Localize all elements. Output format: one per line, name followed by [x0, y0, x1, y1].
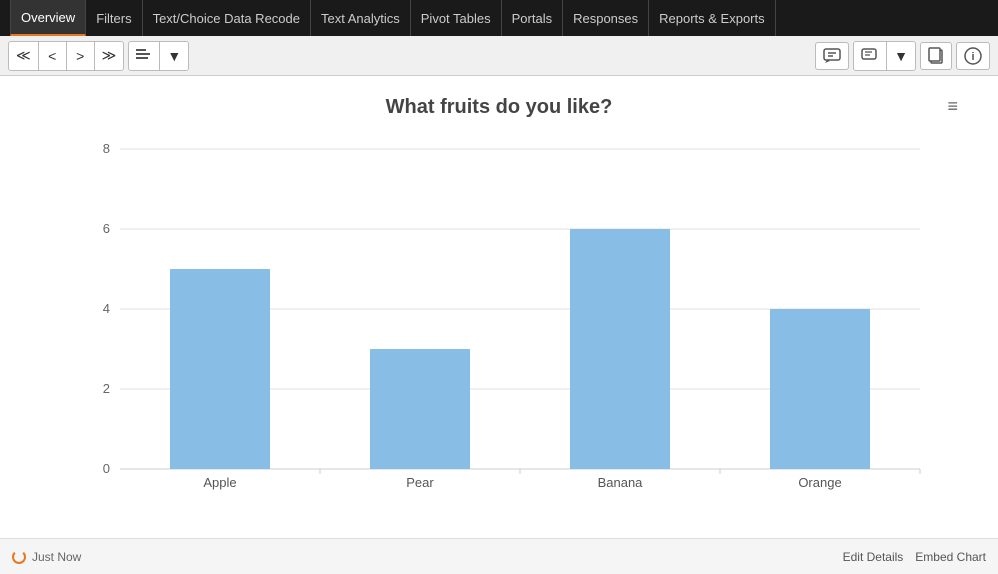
nav-item-responses[interactable]: Responses	[563, 0, 649, 36]
nav-item-text-choice[interactable]: Text/Choice Data Recode	[143, 0, 311, 36]
bar-chart: 0 2 4 6 8 Apple Pear Banana Oran	[80, 129, 940, 499]
status-left: Just Now	[12, 550, 81, 564]
nav-last-button[interactable]: ≫	[95, 42, 124, 70]
nav-item-pivot-tables[interactable]: Pivot Tables	[411, 0, 502, 36]
status-right: Edit Details Embed Chart	[843, 550, 986, 564]
nav-item-filters[interactable]: Filters	[86, 0, 142, 36]
chart-container: What fruits do you like? ≡ 0 2 4 6	[40, 96, 958, 518]
comment-list-button[interactable]	[854, 42, 887, 70]
svg-text:Pear: Pear	[406, 475, 434, 490]
nav-button-group: ≪ < > ≫	[8, 41, 124, 71]
toolbar: ≪ < > ≫ ▼	[0, 36, 998, 76]
refresh-label: Just Now	[32, 550, 81, 564]
top-navigation: Overview Filters Text/Choice Data Recode…	[0, 0, 998, 36]
svg-text:Apple: Apple	[203, 475, 236, 490]
status-bar: Just Now Edit Details Embed Chart	[0, 538, 998, 574]
view-button-group: ▼	[128, 41, 189, 71]
chart-svg-wrapper: 0 2 4 6 8 Apple Pear Banana Oran	[40, 129, 958, 504]
info-button[interactable]: i	[956, 42, 990, 70]
svg-text:Orange: Orange	[798, 475, 841, 490]
comment-dropdown-button[interactable]: ▼	[887, 42, 915, 70]
comment-options-group: ▼	[853, 41, 916, 71]
toolbar-right: ▼ i	[815, 41, 990, 71]
chart-menu-icon[interactable]: ≡	[947, 96, 958, 117]
nav-item-reports[interactable]: Reports & Exports	[649, 0, 776, 36]
bar-orange[interactable]	[770, 309, 870, 469]
edit-details-link[interactable]: Edit Details	[843, 550, 904, 564]
comment-button[interactable]	[815, 42, 849, 70]
embed-chart-link[interactable]: Embed Chart	[915, 550, 986, 564]
copy-button[interactable]	[920, 42, 952, 70]
svg-text:6: 6	[103, 221, 110, 236]
svg-text:4: 4	[103, 301, 110, 316]
svg-text:2: 2	[103, 381, 110, 396]
nav-item-text-analytics[interactable]: Text Analytics	[311, 0, 411, 36]
nav-first-button[interactable]: ≪	[9, 42, 39, 70]
nav-prev-button[interactable]: <	[39, 42, 67, 70]
bar-banana[interactable]	[570, 229, 670, 469]
view-options-button[interactable]	[129, 42, 160, 70]
toolbar-left: ≪ < > ≫ ▼	[8, 41, 189, 71]
svg-text:0: 0	[103, 461, 110, 476]
bar-pear[interactable]	[370, 349, 470, 469]
svg-text:i: i	[971, 51, 974, 63]
main-content: What fruits do you like? ≡ 0 2 4 6	[0, 76, 998, 538]
refresh-icon	[12, 550, 26, 564]
nav-item-portals[interactable]: Portals	[502, 0, 563, 36]
nav-item-overview[interactable]: Overview	[10, 0, 86, 36]
chart-title: What fruits do you like?	[40, 96, 958, 119]
svg-text:8: 8	[103, 141, 110, 156]
svg-text:Banana: Banana	[598, 475, 644, 490]
view-dropdown-button[interactable]: ▼	[160, 42, 188, 70]
nav-next-button[interactable]: >	[67, 42, 95, 70]
bar-apple[interactable]	[170, 269, 270, 469]
